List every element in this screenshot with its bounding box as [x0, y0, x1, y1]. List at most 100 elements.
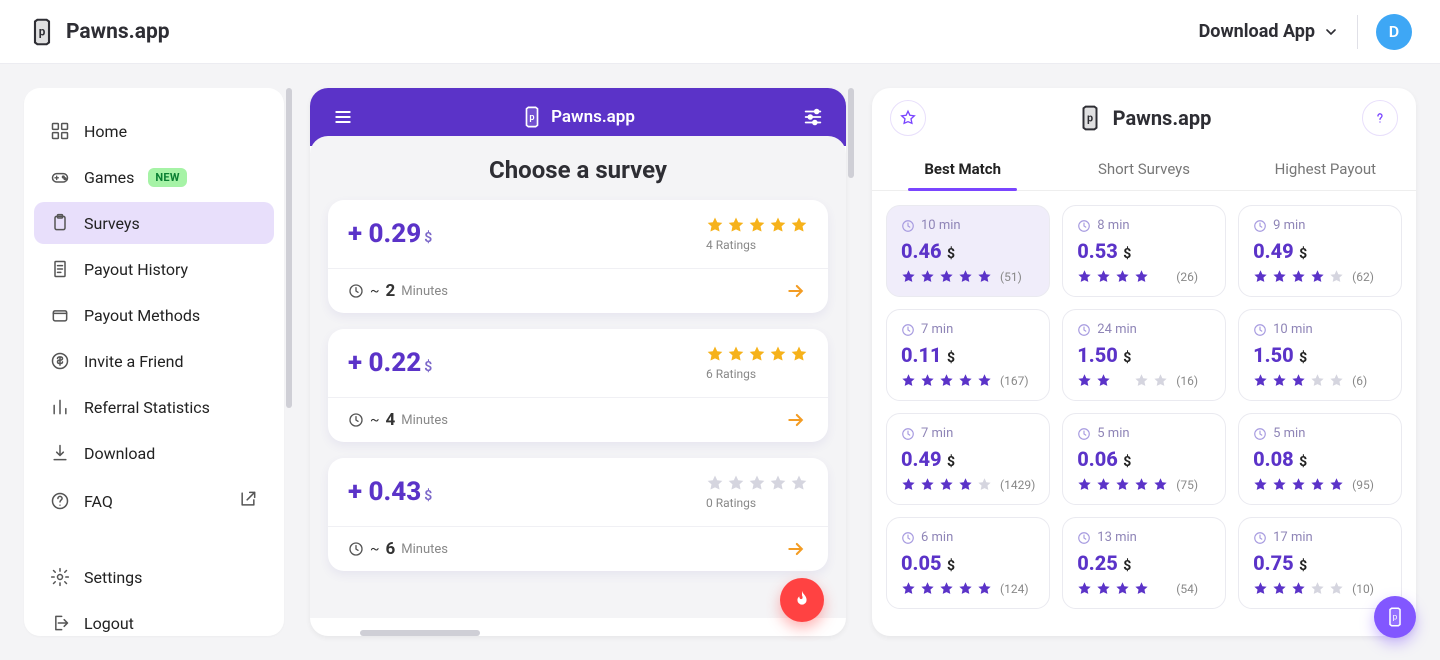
- download-app-button[interactable]: Download App: [1199, 21, 1339, 42]
- sidebar: HomeGamesNEWSurveysPayout HistoryPayout …: [24, 88, 284, 636]
- star-icon: [901, 581, 916, 596]
- help-button[interactable]: [1362, 100, 1398, 136]
- star-icon: [1310, 477, 1325, 492]
- survey-ratings-count: 4 Ratings: [706, 238, 808, 252]
- arrow-right-icon[interactable]: [784, 539, 808, 559]
- sidebar-item-settings[interactable]: Settings: [34, 556, 274, 598]
- clock-icon: [901, 531, 915, 545]
- star-icon: [1096, 477, 1111, 492]
- survey-card[interactable]: + 0.43$ 0 Ratings ~6Minutes: [328, 458, 828, 571]
- survey-reward: + 0.43$: [348, 477, 432, 507]
- gear-icon: [50, 567, 70, 587]
- sidebar-item-logout[interactable]: Logout: [34, 602, 274, 644]
- survey-grid-card[interactable]: 7 min 0.49 $ (1429): [886, 413, 1050, 505]
- clock-icon: [901, 427, 915, 441]
- star-outline-icon: [899, 109, 917, 127]
- tab-short-surveys[interactable]: Short Surveys: [1053, 148, 1234, 190]
- clock-icon: [1253, 531, 1267, 545]
- scrollbar[interactable]: [848, 88, 854, 178]
- card-rating: (10): [1253, 581, 1387, 596]
- arrow-right-icon[interactable]: [784, 281, 808, 301]
- star-icon: [748, 345, 766, 363]
- sidebar-item-faq[interactable]: FAQ: [34, 478, 274, 524]
- card-reward: 0.49 $: [1253, 239, 1387, 263]
- card-duration: 6 min: [901, 530, 1035, 545]
- card-rating: (6): [1253, 373, 1387, 388]
- survey-card[interactable]: + 0.22$ 6 Ratings ~4Minutes: [328, 329, 828, 442]
- user-avatar[interactable]: D: [1376, 14, 1412, 50]
- star-icon: [769, 474, 787, 492]
- sidebar-item-surveys[interactable]: Surveys: [34, 202, 274, 244]
- survey-card[interactable]: + 0.29$ 4 Ratings ~2Minutes: [328, 200, 828, 313]
- sidebar-item-payout-methods[interactable]: Payout Methods: [34, 294, 274, 336]
- survey-grid-card[interactable]: 17 min 0.75 $ (10): [1238, 517, 1402, 609]
- tabs: Best MatchShort SurveysHighest Payout: [872, 148, 1416, 191]
- star-icon: [1115, 269, 1130, 284]
- sidebar-item-download[interactable]: Download: [34, 432, 274, 474]
- dollar-icon: [50, 351, 70, 371]
- card-reward: 0.11 $: [901, 343, 1035, 367]
- survey-reward: + 0.29$: [348, 219, 432, 249]
- divider: [1357, 15, 1358, 49]
- sidebar-item-home[interactable]: Home: [34, 110, 274, 152]
- sidebar-item-referral-statistics[interactable]: Referral Statistics: [34, 386, 274, 428]
- filter-icon[interactable]: [800, 106, 826, 128]
- survey-grid-card[interactable]: 7 min 0.11 $ (167): [886, 309, 1050, 401]
- star-icon: [977, 269, 992, 284]
- survey-grid-card[interactable]: 13 min 0.25 $ (54): [1062, 517, 1226, 609]
- hot-surveys-fab[interactable]: [780, 578, 824, 622]
- brand-name: Pawns.app: [66, 20, 170, 44]
- card-rating: (26): [1077, 269, 1211, 284]
- survey-stars: [706, 345, 808, 363]
- star-icon: [790, 345, 808, 363]
- clock-icon: [348, 412, 364, 428]
- survey-grid-card[interactable]: 24 min 1.50 $ (16): [1062, 309, 1226, 401]
- tab-highest-payout[interactable]: Highest Payout: [1235, 148, 1416, 190]
- star-icon: [920, 269, 935, 284]
- card-rating: (51): [901, 269, 1035, 284]
- sidebar-item-invite-a-friend[interactable]: Invite a Friend: [34, 340, 274, 382]
- card-duration: 7 min: [901, 322, 1035, 337]
- survey-grid-card[interactable]: 10 min 1.50 $ (6): [1238, 309, 1402, 401]
- support-fab[interactable]: [1374, 596, 1416, 638]
- star-icon: [706, 345, 724, 363]
- download-app-label: Download App: [1199, 21, 1315, 42]
- survey-grid-card[interactable]: 5 min 0.06 $ (75): [1062, 413, 1226, 505]
- scrollbar-horizontal[interactable]: [310, 630, 846, 636]
- card-rating: (75): [1077, 477, 1211, 492]
- pawns-logo-icon: [1077, 105, 1103, 131]
- star-icon: [958, 373, 973, 388]
- menu-icon[interactable]: [330, 107, 356, 127]
- survey-grid-card[interactable]: 5 min 0.08 $ (95): [1238, 413, 1402, 505]
- star-icon: [706, 216, 724, 234]
- sidebar-item-games[interactable]: GamesNEW: [34, 156, 274, 198]
- card-reward: 1.50 $: [1077, 343, 1211, 367]
- star-half-icon: [1115, 373, 1130, 388]
- survey-grid-card[interactable]: 10 min 0.46 $ (51): [886, 205, 1050, 297]
- sidebar-item-payout-history[interactable]: Payout History: [34, 248, 274, 290]
- card-duration: 7 min: [901, 426, 1035, 441]
- clock-icon: [1077, 323, 1091, 337]
- chevron-down-icon: [1323, 24, 1339, 40]
- star-icon: [1115, 477, 1130, 492]
- survey-grid-card[interactable]: 8 min 0.53 $ (26): [1062, 205, 1226, 297]
- star-icon: [958, 477, 973, 492]
- external-icon: [238, 489, 258, 509]
- tab-best-match[interactable]: Best Match: [872, 148, 1053, 190]
- card-reward: 0.49 $: [901, 447, 1035, 471]
- sidebar-item-label: FAQ: [84, 492, 113, 511]
- favorites-button[interactable]: [890, 100, 926, 136]
- survey-grid-card[interactable]: 9 min 0.49 $ (62): [1238, 205, 1402, 297]
- survey-grid-card[interactable]: 6 min 0.05 $ (124): [886, 517, 1050, 609]
- arrow-right-icon[interactable]: [784, 410, 808, 430]
- star-icon: [1153, 477, 1168, 492]
- pawns-logo-icon: [521, 106, 543, 128]
- star-icon: [920, 581, 935, 596]
- card-rating: (1429): [901, 477, 1035, 492]
- card-rating: (124): [901, 581, 1035, 596]
- star-icon: [706, 474, 724, 492]
- scrollbar[interactable]: [286, 88, 292, 408]
- star-icon: [1310, 269, 1325, 284]
- clock-icon: [1253, 323, 1267, 337]
- clock-icon: [1077, 531, 1091, 545]
